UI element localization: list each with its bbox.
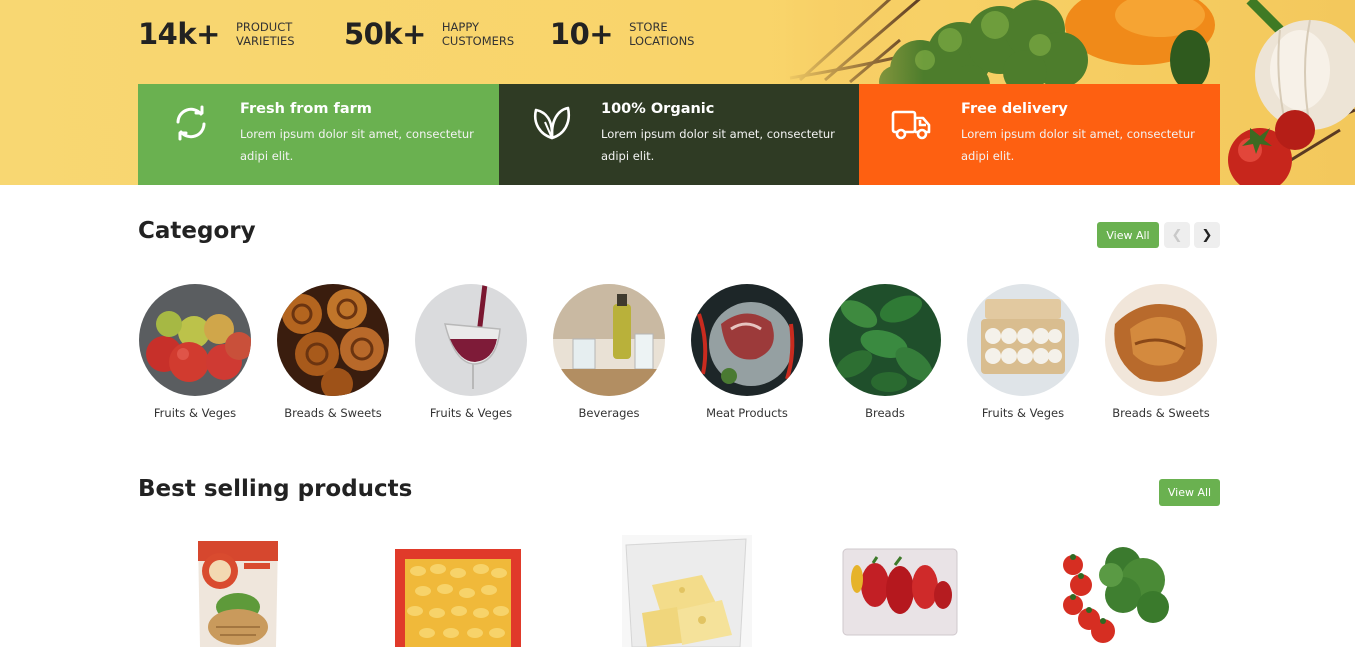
category-next-button[interactable]: ❯ — [1194, 222, 1220, 248]
category-item[interactable]: Fruits & Veges — [954, 284, 1092, 420]
stat-label: STORE LOCATIONS — [629, 20, 709, 48]
stat-label-line: PRODUCT — [235, 20, 293, 34]
tomatoes-broccoli-image — [1053, 535, 1183, 647]
category-item[interactable]: Fruits & Veges — [126, 284, 264, 420]
stat-label-line: CUSTOMERS — [441, 34, 515, 48]
feature-title: 100% Organic — [601, 101, 715, 117]
stat-label: PRODUCT VARIETIES — [236, 20, 316, 48]
feature-text: Lorem ipsum dolor sit amet, consectetur … — [601, 127, 835, 163]
category-item[interactable]: Meat Products — [678, 284, 816, 420]
category-name: Fruits & Veges — [429, 406, 513, 420]
roast-chicken-image — [1105, 284, 1217, 396]
feature-text: Lorem ipsum dolor sit amet, consectetur … — [961, 127, 1195, 163]
category-name: Fruits & Veges — [981, 406, 1065, 420]
category-item[interactable]: Breads — [816, 284, 954, 420]
feature-title: Fresh from farm — [240, 101, 372, 117]
best-selling-view-all-button[interactable]: View All — [1159, 479, 1220, 506]
feature-organic: 100% Organic Lorem ipsum dolor sit amet,… — [499, 84, 859, 185]
category-name: Breads — [865, 406, 905, 420]
feature-fresh-from-farm: Fresh from farm Lorem ipsum dolor sit am… — [138, 84, 499, 185]
stat-label-line: LOCATIONS — [629, 34, 695, 48]
eggs-image — [967, 284, 1079, 396]
stat-label-line: VARIETIES — [235, 34, 295, 48]
product-card[interactable] — [1053, 535, 1183, 647]
category-item[interactable]: Breads & Sweets — [264, 284, 402, 420]
stat-label-line: STORE — [629, 20, 668, 34]
category-name: Meat Products — [706, 406, 788, 420]
product-card[interactable] — [835, 535, 965, 647]
hero-banner: 14k+ PRODUCT VARIETIES 50k+ HAPPY CUSTOM… — [0, 0, 1355, 185]
stat-product-varieties: 14k+ PRODUCT VARIETIES — [138, 14, 316, 54]
category-item[interactable]: Breads & Sweets — [1092, 284, 1230, 420]
apples-image — [139, 284, 251, 396]
feature-free-delivery: Free delivery Lorem ipsum dolor sit amet… — [859, 84, 1220, 185]
category-item[interactable]: Fruits & Veges — [402, 284, 540, 420]
pastries-image — [277, 284, 389, 396]
pasta-tray-image — [393, 535, 523, 647]
category-view-all-button[interactable]: View All — [1097, 222, 1159, 248]
category-carousel: Fruits & Veges Breads & Sweets Fruits & … — [138, 284, 1220, 424]
category-name: Beverages — [578, 406, 640, 420]
best-selling-title: Best selling products — [138, 476, 413, 502]
product-card[interactable] — [622, 535, 752, 647]
leaf-icon — [533, 106, 571, 140]
stat-number: 14k+ — [138, 17, 220, 51]
stat-number: 50k+ — [343, 17, 426, 51]
product-card[interactable] — [172, 535, 302, 647]
truck-icon — [891, 110, 931, 140]
feature-text: Lorem ipsum dolor sit amet, consectetur … — [240, 127, 474, 163]
category-name: Breads & Sweets — [1112, 406, 1210, 420]
meat-image — [691, 284, 803, 396]
product-card[interactable] — [393, 535, 523, 647]
wine-glass-image — [415, 284, 527, 396]
stat-happy-customers: 50k+ HAPPY CUSTOMERS — [344, 14, 522, 54]
stat-label-line: HAPPY — [441, 20, 480, 34]
feature-strip: Fresh from farm Lorem ipsum dolor sit am… — [138, 84, 1220, 185]
category-name: Breads & Sweets — [284, 406, 382, 420]
category-title: Category — [138, 218, 256, 244]
feature-title: Free delivery — [961, 101, 1068, 117]
stat-label: HAPPY CUSTOMERS — [442, 20, 522, 48]
mint-leaves-image — [829, 284, 941, 396]
peppers-bag-image — [835, 535, 965, 647]
category-name: Fruits & Veges — [153, 406, 237, 420]
beverages-image — [553, 284, 665, 396]
stats-row: 14k+ PRODUCT VARIETIES 50k+ HAPPY CUSTOM… — [138, 14, 737, 54]
stat-number: 10+ — [549, 17, 614, 51]
stat-store-locations: 10+ STORE LOCATIONS — [550, 14, 709, 54]
refresh-icon — [176, 105, 206, 141]
bread-bag-image — [172, 535, 302, 647]
category-item[interactable]: Beverages — [540, 284, 678, 420]
cheese-bag-image — [622, 535, 752, 647]
category-prev-button[interactable]: ❮ — [1164, 222, 1190, 248]
